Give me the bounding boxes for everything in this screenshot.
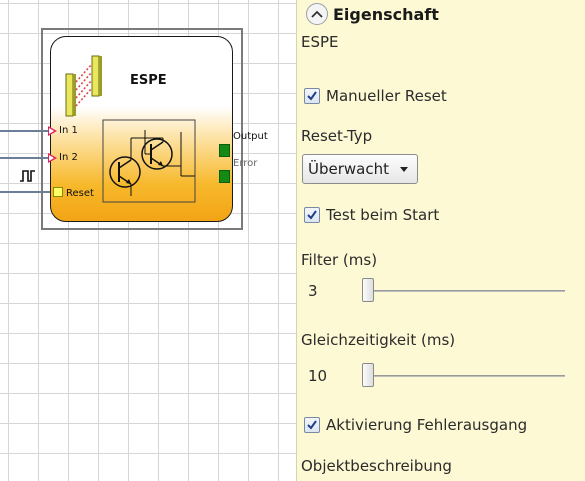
filter-value: 3 xyxy=(308,282,318,300)
simultaneity-label: Gleichzeitigkeit (ms) xyxy=(301,331,456,349)
object-description-label: Objektbeschreibung xyxy=(301,457,452,475)
filter-label: Filter (ms) xyxy=(301,251,378,269)
manual-reset-checkbox[interactable] xyxy=(304,88,320,104)
reset-port[interactable] xyxy=(53,187,63,197)
enable-error-output-row[interactable]: Aktivierung Fehlerausgang xyxy=(304,416,527,434)
filter-slider-track[interactable] xyxy=(362,290,565,292)
properties-panel: Eigenschaft xyxy=(296,0,585,481)
test-at-start-label: Test beim Start xyxy=(326,206,440,224)
chevron-up-icon xyxy=(311,10,323,18)
simultaneity-slider-thumb[interactable] xyxy=(362,363,374,387)
in2-port-icon[interactable] xyxy=(48,153,57,163)
reset-type-label: Reset-Typ xyxy=(301,127,373,145)
phototransistor-icon xyxy=(102,119,196,203)
reset-type-dropdown[interactable]: Überwacht xyxy=(302,154,418,184)
in1-label: In 1 xyxy=(59,125,78,136)
light-curtain-icon xyxy=(65,55,102,117)
error-label: Error xyxy=(233,158,258,169)
test-at-start-row[interactable]: Test beim Start xyxy=(304,206,439,224)
panel-title: Eigenschaft xyxy=(333,4,439,24)
checkmark-icon xyxy=(307,210,317,220)
output-label: Output xyxy=(233,131,268,142)
filter-slider-thumb[interactable] xyxy=(362,278,374,302)
reset-type-value: Überwacht xyxy=(308,160,389,178)
reset-label: Reset xyxy=(66,188,94,199)
pulse-signal-icon[interactable] xyxy=(19,169,37,183)
block-type-label: ESPE xyxy=(301,33,339,51)
dropdown-caret-icon xyxy=(400,167,408,172)
checkmark-icon xyxy=(307,91,317,101)
manual-reset-label: Manueller Reset xyxy=(326,87,447,105)
panel-header: Eigenschaft xyxy=(306,3,439,25)
enable-error-output-checkbox[interactable] xyxy=(304,417,320,433)
simultaneity-slider-track[interactable] xyxy=(362,375,565,377)
design-canvas[interactable]: ESPE In 1 In 2 Reset Output Error xyxy=(0,0,296,481)
collapse-button[interactable] xyxy=(306,3,328,25)
block-title: ESPE xyxy=(130,73,167,88)
simultaneity-value: 10 xyxy=(308,367,328,385)
output-port[interactable] xyxy=(219,144,230,157)
checkmark-icon xyxy=(307,420,317,430)
manual-reset-row[interactable]: Manueller Reset xyxy=(304,87,447,105)
in2-label: In 2 xyxy=(59,152,78,163)
enable-error-output-label: Aktivierung Fehlerausgang xyxy=(326,416,528,434)
in1-port-icon[interactable] xyxy=(48,126,57,136)
test-at-start-checkbox[interactable] xyxy=(304,207,320,223)
error-port[interactable] xyxy=(219,170,230,183)
